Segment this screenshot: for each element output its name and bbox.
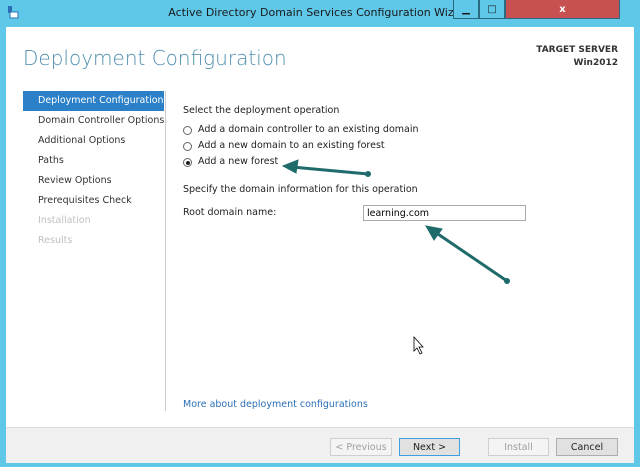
domain-info-label: Specify the domain information for this … (183, 184, 418, 195)
sidebar-divider (165, 91, 166, 411)
step-installation: Installation (38, 215, 91, 226)
cancel-button[interactable]: Cancel (556, 438, 618, 456)
radio-label[interactable]: Add a new forest (198, 156, 278, 167)
step-deployment-configuration[interactable]: Deployment Configuration (23, 91, 164, 111)
radio-button[interactable] (183, 126, 192, 135)
target-server-value: Win2012 (573, 58, 618, 68)
next-button[interactable]: Next > (399, 438, 460, 456)
step-review-options[interactable]: Review Options (23, 171, 164, 191)
radio-label[interactable]: Add a new domain to an existing forest (198, 140, 385, 151)
install-button[interactable]: Install (488, 438, 549, 456)
more-about-link[interactable]: More about deployment configurations (183, 399, 368, 410)
wizard-steps: Deployment Configuration Domain Controll… (23, 91, 164, 251)
step-results: Results (38, 235, 73, 246)
radio-label[interactable]: Add a domain controller to an existing d… (198, 124, 419, 135)
step-additional-options[interactable]: Additional Options (23, 131, 164, 151)
close-icon: x (559, 3, 566, 15)
root-domain-label: Root domain name: (183, 207, 277, 218)
operation-label: Select the deployment operation (183, 105, 340, 116)
maximize-button[interactable]: □ (479, 0, 505, 19)
step-prerequisites-check[interactable]: Prerequisites Check (23, 191, 164, 211)
root-domain-input[interactable] (363, 205, 526, 221)
step-paths[interactable]: Paths (23, 151, 164, 171)
previous-button[interactable]: < Previous (330, 438, 392, 456)
target-server: TARGET SERVER Win2012 (536, 44, 618, 70)
minimize-button[interactable]: ▁ (453, 0, 479, 19)
page-title: Deployment Configuration (23, 46, 287, 70)
target-server-label: TARGET SERVER (536, 45, 618, 55)
radio-button[interactable] (183, 158, 192, 167)
maximize-icon: □ (487, 3, 497, 15)
minimize-icon: ▁ (462, 3, 470, 15)
close-button[interactable]: x (505, 0, 620, 19)
title-bar: Active Directory Domain Services Configu… (0, 0, 640, 27)
step-domain-controller-options[interactable]: Domain Controller Options (23, 111, 164, 131)
radio-button[interactable] (183, 142, 192, 151)
wizard-content: Deployment Configuration TARGET SERVER W… (6, 27, 634, 463)
wizard-footer: < Previous Next > Install Cancel (6, 427, 634, 463)
